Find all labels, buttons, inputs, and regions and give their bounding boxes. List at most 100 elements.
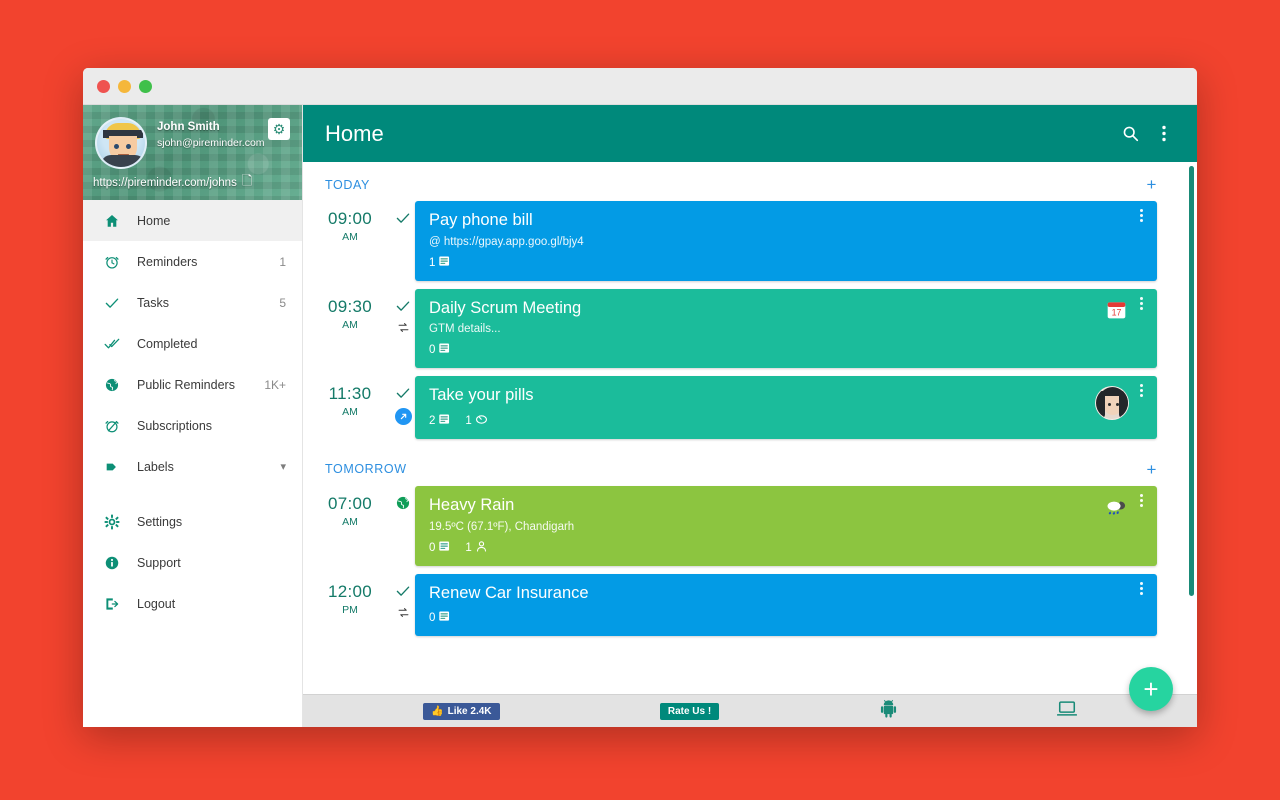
rate-us-button[interactable]: Rate Us ! (659, 702, 720, 720)
add-reminder-fab[interactable]: + (1129, 667, 1173, 711)
reminder-time-meridiem: AM (342, 318, 358, 331)
reminder-row: 09:30 AM Daily Scrum Meeting GTM details...… (303, 288, 1175, 377)
reminder-time: 07:00 AM (309, 486, 391, 528)
section-label: TODAY (325, 177, 370, 192)
app-window: John Smith sjohn@pireminder.com ⚙ https:… (83, 68, 1197, 727)
sidebar-item-label: Settings (137, 514, 183, 529)
reminder-row: 11:30 AM Take your pills 2 1 (303, 376, 1175, 447)
notes-icon (438, 255, 451, 271)
reminder-row: 07:00 AM Heavy Rain 19.5ºC (67.1ºF), Chand… (303, 485, 1175, 574)
reminder-overflow-icon[interactable] (1133, 296, 1149, 310)
sidebar-item-label: Labels (137, 459, 174, 474)
badge-cycle-icon: 1 (465, 413, 487, 429)
check-icon[interactable] (395, 385, 411, 403)
reminder-card[interactable]: Take your pills 2 1 (415, 376, 1157, 439)
vertical-scrollbar[interactable] (1189, 166, 1194, 596)
window-titlebar (83, 68, 1197, 105)
share-icon[interactable] (394, 408, 412, 426)
repeat-icon[interactable] (397, 606, 410, 621)
reminder-time-meridiem: AM (342, 231, 358, 243)
search-icon[interactable] (1113, 117, 1147, 151)
reminder-badges: 1 (429, 255, 1143, 271)
facebook-like-button[interactable]: 👍 Like 2.4K (423, 702, 500, 720)
reminder-overflow-icon[interactable] (1133, 209, 1149, 222)
add-reminder-icon[interactable]: + (1146, 176, 1157, 193)
reminder-subtitle: 19.5ºC (67.1ºF), Chandigarh (429, 520, 575, 533)
sidebar-item-labels[interactable]: Labels ▾ (83, 446, 302, 487)
reminder-status-icons (391, 289, 415, 336)
sidebar-item-support[interactable]: Support (83, 542, 302, 583)
logout-icon (101, 596, 123, 612)
sidebar-item-tasks[interactable]: Tasks 5 (83, 282, 302, 323)
add-reminder-icon[interactable]: + (1146, 461, 1157, 478)
facebook-like-label: Like 2.4K (447, 705, 492, 717)
reminder-card[interactable]: Daily Scrum Meeting GTM details... 0 17 (415, 288, 1157, 369)
home-icon (101, 213, 123, 229)
section-header-tomorrow: TOMORROW + (303, 447, 1175, 486)
reminder-overflow-icon[interactable] (1133, 493, 1149, 507)
app-footer: 👍 Like 2.4K Rate Us ! (303, 694, 1197, 727)
reminder-overflow-icon[interactable] (1133, 384, 1149, 398)
sidebar-item-public-reminders[interactable]: Public Reminders 1K+ (83, 364, 302, 405)
sidebar-item-label: Reminders (137, 254, 198, 269)
desktop-icon[interactable] (1056, 700, 1077, 722)
reminder-row: 12:00 PM Renew Car Insurance 0 (303, 573, 1175, 645)
reminder-time-value: 09:30 (327, 296, 373, 316)
sidebar-item-home[interactable]: Home (83, 200, 302, 241)
kebab-menu-icon[interactable] (1147, 117, 1181, 151)
gear-icon[interactable]: ⚙ (268, 118, 290, 140)
window-maximize-button[interactable] (139, 79, 152, 93)
reminder-overflow-icon[interactable] (1133, 581, 1149, 595)
profile-url-text: https://pireminder.com/johns (93, 177, 237, 189)
reminder-title: Heavy Rain (429, 495, 515, 514)
profile-header[interactable]: John Smith sjohn@pireminder.com ⚙ https:… (83, 105, 302, 200)
window-minimize-button[interactable] (118, 79, 131, 93)
copy-icon[interactable]: 🗋 (242, 172, 252, 194)
rain-cloud-icon (1104, 496, 1127, 521)
reminder-time: 12:00 PM (309, 574, 391, 616)
badge-notes-icon: 2 (429, 413, 451, 429)
chevron-down-icon[interactable]: ▾ (280, 460, 286, 473)
check-icon (101, 295, 123, 311)
reminder-card[interactable]: Heavy Rain 19.5ºC (67.1ºF), Chandigarh 0 1 (415, 485, 1157, 566)
notes-icon (438, 610, 451, 626)
sidebar-nav: Home Reminders 1 Tasks 5 Completed Public R… (83, 200, 302, 624)
repeat-icon[interactable] (397, 321, 410, 336)
window-close-button[interactable] (97, 79, 110, 93)
sidebar-item-settings[interactable]: Settings (83, 501, 302, 542)
alarm-off-icon (101, 418, 123, 434)
sidebar-item-subscriptions[interactable]: Subscriptions (83, 405, 302, 446)
reminder-time: 09:00 AM (309, 201, 391, 243)
check-icon[interactable] (395, 298, 411, 316)
alarm-clock-icon (101, 254, 123, 270)
profile-url-row[interactable]: https://pireminder.com/johns 🗋 (83, 172, 302, 194)
reminder-title: Renew Car Insurance (429, 583, 589, 602)
check-icon[interactable] (395, 210, 411, 228)
avatar[interactable] (95, 117, 147, 169)
reminder-assignee-avatar[interactable] (1095, 386, 1129, 421)
reminders-scroll-area[interactable]: TODAY +09:00 AM Pay phone bill @ https://gpa… (303, 162, 1197, 694)
sidebar-item-reminders[interactable]: Reminders 1 (83, 241, 302, 282)
reminder-time-meridiem: PM (342, 603, 358, 616)
reminder-card[interactable]: Renew Car Insurance 0 (415, 573, 1157, 637)
reminder-time-value: 11:30 (328, 384, 372, 404)
badge-count: 0 (429, 344, 436, 357)
check-icon[interactable] (395, 583, 411, 601)
reminder-status-icons (391, 486, 415, 513)
reminder-badges: 0 (429, 342, 1143, 358)
globe-icon[interactable] (395, 495, 411, 513)
sidebar-divider-gap (83, 487, 302, 501)
reminder-card[interactable]: Pay phone bill @ https://gpay.app.goo.gl/… (415, 201, 1157, 281)
reminder-row: 09:00 AM Pay phone bill @ https://gpay.app.… (303, 201, 1175, 289)
main-content: Home TODAY +09:00 AM Pay phone bill @ https:… (303, 105, 1197, 727)
sidebar-item-logout[interactable]: Logout (83, 583, 302, 624)
sidebar-item-completed[interactable]: Completed (83, 323, 302, 364)
notes-icon (438, 342, 451, 358)
cycle-icon (475, 413, 488, 429)
android-icon[interactable] (880, 699, 897, 723)
reminder-time: 09:30 AM (309, 289, 391, 331)
tag-icon (101, 460, 123, 474)
badge-count: 0 (429, 612, 436, 625)
reminder-status-icons (391, 201, 415, 228)
reminder-time-meridiem: AM (342, 406, 358, 419)
